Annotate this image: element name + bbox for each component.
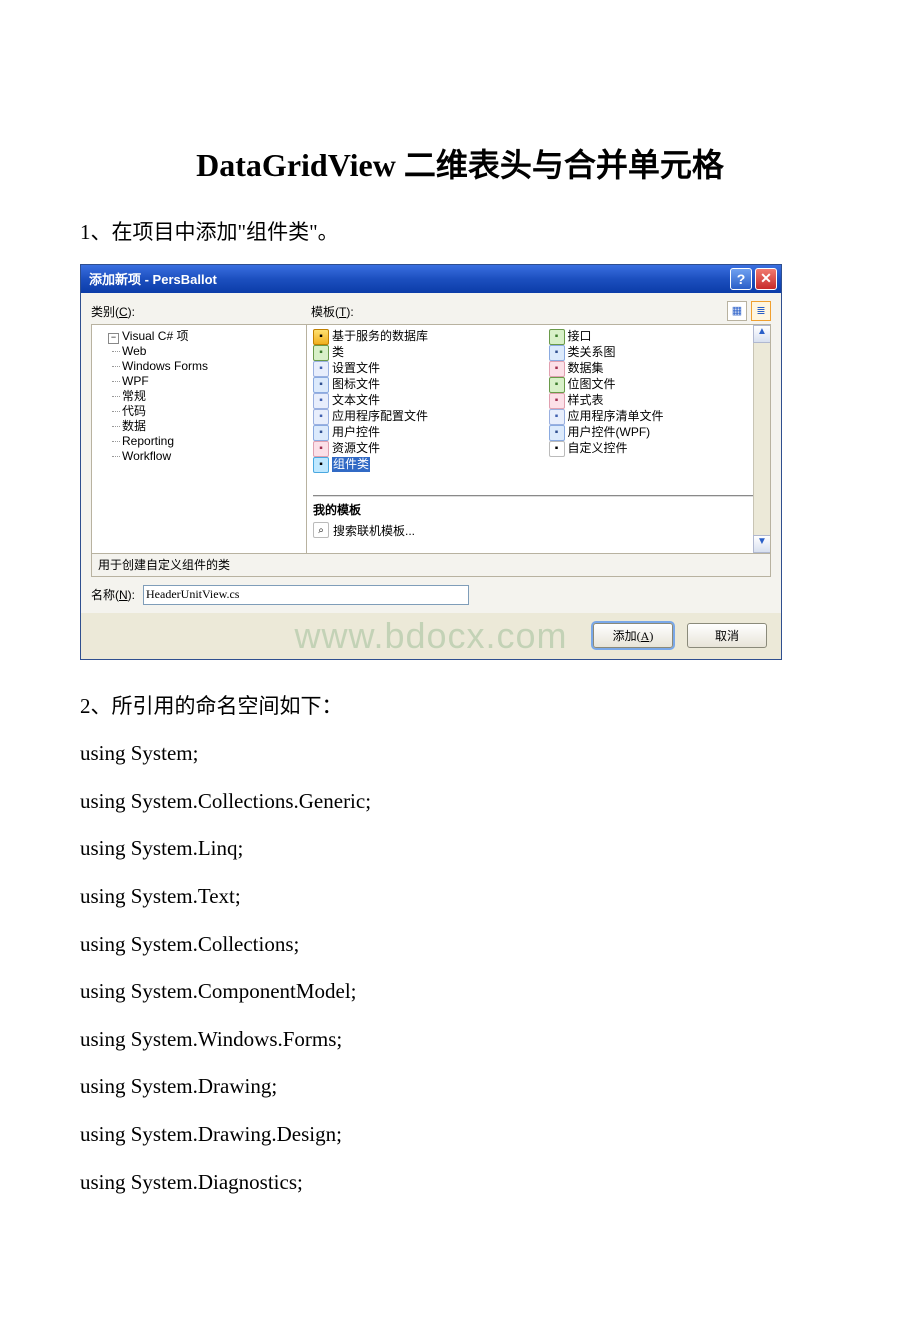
- close-button[interactable]: ✕: [755, 268, 777, 290]
- file-type-icon: ▪: [549, 393, 565, 409]
- view-small-icons-button[interactable]: ≣: [751, 301, 771, 321]
- file-type-icon: ▪: [549, 377, 565, 393]
- file-type-icon: ▪: [313, 345, 329, 361]
- code-line: using System.Windows.Forms;: [80, 1023, 840, 1057]
- tree-item[interactable]: Windows Forms: [122, 359, 304, 374]
- template-item[interactable]: ▪用户控件(WPF): [549, 425, 765, 441]
- template-item-label: 位图文件: [568, 377, 616, 392]
- category-tree[interactable]: −Visual C# 项 WebWindows FormsWPF常规代码数据Re…: [91, 324, 307, 554]
- file-type-icon: ▪: [549, 361, 565, 377]
- file-type-icon: ▪: [549, 409, 565, 425]
- template-item-label: 应用程序配置文件: [332, 409, 428, 424]
- template-item[interactable]: ▪样式表: [549, 393, 765, 409]
- help-button[interactable]: ?: [730, 268, 752, 290]
- add-button[interactable]: 添加(A): [593, 623, 673, 648]
- category-label: 类别(C):: [91, 301, 301, 324]
- file-type-icon: ▪: [549, 425, 565, 441]
- template-item-label: 类: [332, 345, 344, 360]
- tree-item[interactable]: Workflow: [122, 449, 304, 464]
- search-icon: ⌕: [313, 522, 329, 538]
- template-item[interactable]: ▪组件类: [313, 457, 529, 473]
- template-item[interactable]: ▪类关系图: [549, 345, 765, 361]
- file-type-icon: ▪: [313, 361, 329, 377]
- template-item-label: 图标文件: [332, 377, 380, 392]
- template-scrollbar[interactable]: ▲ ▼: [753, 325, 770, 553]
- template-item[interactable]: ▪设置文件: [313, 361, 529, 377]
- add-new-item-dialog: 添加新项 - PersBallot ? ✕ 类别(C): 模板(T): ▦ ≣: [80, 264, 782, 660]
- template-item[interactable]: ▪用户控件: [313, 425, 529, 441]
- paragraph-1: 1、在项目中添加"组件类"。: [80, 216, 840, 250]
- cancel-button[interactable]: 取消: [687, 623, 767, 648]
- tree-item[interactable]: 代码: [122, 404, 304, 419]
- template-item[interactable]: ▪数据集: [549, 361, 765, 377]
- tree-item[interactable]: WPF: [122, 374, 304, 389]
- template-item-label: 数据集: [568, 361, 604, 376]
- template-item-label: 设置文件: [332, 361, 380, 376]
- file-type-icon: ▪: [549, 441, 565, 457]
- tree-item[interactable]: Reporting: [122, 434, 304, 449]
- template-item[interactable]: ▪图标文件: [313, 377, 529, 393]
- file-type-icon: ▪: [313, 329, 329, 345]
- template-item-label: 用户控件(WPF): [568, 425, 651, 440]
- template-item[interactable]: ▪资源文件: [313, 441, 529, 457]
- tree-item[interactable]: 数据: [122, 419, 304, 434]
- file-type-icon: ▪: [313, 377, 329, 393]
- code-line: using System.Drawing.Design;: [80, 1118, 840, 1152]
- template-item[interactable]: ▪类: [313, 345, 529, 361]
- tree-root[interactable]: −Visual C# 项 WebWindows FormsWPF常规代码数据Re…: [108, 329, 304, 464]
- template-list[interactable]: ▪基于服务的数据库▪类▪设置文件▪图标文件▪文本文件▪应用程序配置文件▪用户控件…: [307, 324, 771, 554]
- file-type-icon: ▪: [549, 345, 565, 361]
- code-line: using System.Diagnostics;: [80, 1166, 840, 1200]
- file-type-icon: ▪: [313, 457, 329, 473]
- template-item-label: 组件类: [332, 457, 370, 472]
- name-label: 名称(N):: [91, 586, 135, 603]
- dialog-title: 添加新项 - PersBallot: [89, 269, 727, 288]
- code-line: using System.Collections;: [80, 928, 840, 962]
- template-item[interactable]: ▪自定义控件: [549, 441, 765, 457]
- template-label: 模板(T):: [311, 301, 717, 324]
- template-item[interactable]: ▪应用程序清单文件: [549, 409, 765, 425]
- paragraph-2: 2、所引用的命名空间如下：: [80, 690, 840, 724]
- tree-item[interactable]: Web: [122, 344, 304, 359]
- code-line: using System.Collections.Generic;: [80, 785, 840, 819]
- file-type-icon: ▪: [313, 425, 329, 441]
- tree-item[interactable]: 常规: [122, 389, 304, 404]
- watermark-text: www.bdocx.com: [81, 615, 781, 657]
- search-online-templates[interactable]: ⌕ 搜索联机模板...: [307, 520, 770, 541]
- template-item[interactable]: ▪接口: [549, 329, 765, 345]
- template-item[interactable]: ▪位图文件: [549, 377, 765, 393]
- file-type-icon: ▪: [313, 441, 329, 457]
- template-item-label: 类关系图: [568, 345, 616, 360]
- template-item-label: 文本文件: [332, 393, 380, 408]
- template-item[interactable]: ▪基于服务的数据库: [313, 329, 529, 345]
- dialog-titlebar: 添加新项 - PersBallot ? ✕: [81, 265, 781, 293]
- template-item-label: 资源文件: [332, 441, 380, 456]
- template-item-label: 基于服务的数据库: [332, 329, 428, 344]
- code-line: using System.Linq;: [80, 832, 840, 866]
- template-item[interactable]: ▪文本文件: [313, 393, 529, 409]
- my-templates-header: 我的模板: [307, 499, 770, 520]
- collapse-icon[interactable]: −: [108, 333, 119, 344]
- file-type-icon: ▪: [313, 409, 329, 425]
- code-line: using System.ComponentModel;: [80, 975, 840, 1009]
- file-type-icon: ▪: [549, 329, 565, 345]
- template-description: 用于创建自定义组件的类: [91, 553, 771, 577]
- name-input[interactable]: [143, 585, 469, 605]
- scroll-up-button[interactable]: ▲: [753, 325, 771, 343]
- code-line: using System;: [80, 737, 840, 771]
- template-item-label: 应用程序清单文件: [568, 409, 664, 424]
- scroll-down-button[interactable]: ▼: [753, 535, 771, 553]
- view-large-icons-button[interactable]: ▦: [727, 301, 747, 321]
- template-item-label: 自定义控件: [568, 441, 628, 456]
- template-item-label: 样式表: [568, 393, 604, 408]
- file-type-icon: ▪: [313, 393, 329, 409]
- code-line: using System.Text;: [80, 880, 840, 914]
- template-item-label: 接口: [568, 329, 592, 344]
- code-line: using System.Drawing;: [80, 1070, 840, 1104]
- page-title: DataGridView 二维表头与合并单元格: [80, 140, 840, 186]
- template-item[interactable]: ▪应用程序配置文件: [313, 409, 529, 425]
- template-item-label: 用户控件: [332, 425, 380, 440]
